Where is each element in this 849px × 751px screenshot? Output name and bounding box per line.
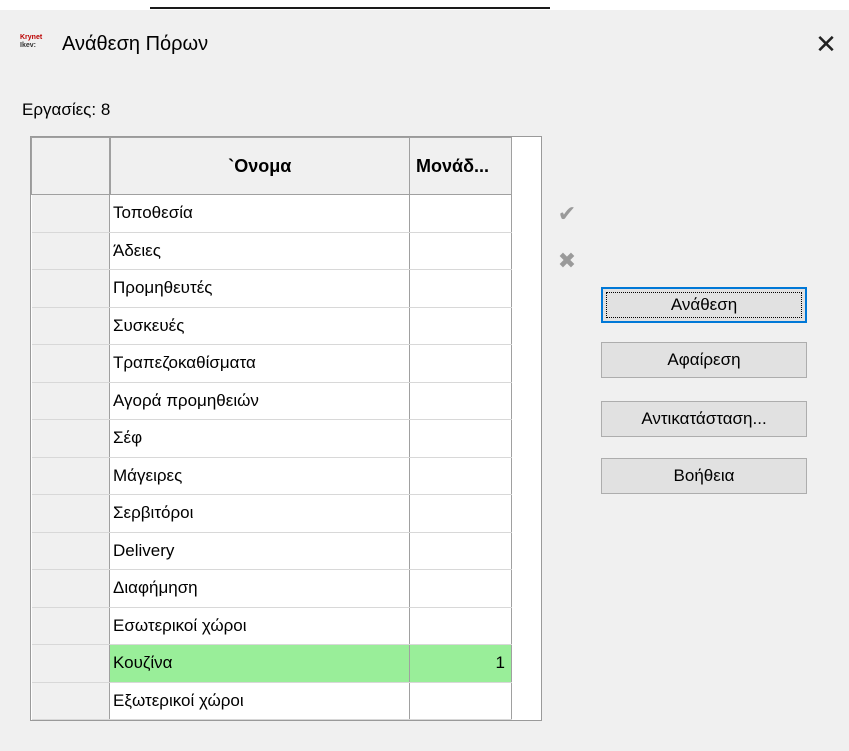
units-cell[interactable] bbox=[409, 494, 512, 533]
table-row[interactable]: Σερβιτόροι bbox=[31, 494, 512, 533]
row-header-cell[interactable] bbox=[31, 457, 110, 495]
units-cell[interactable] bbox=[409, 344, 512, 383]
table-row[interactable]: Μάγειρες bbox=[31, 457, 512, 495]
resource-grid[interactable]: `Ονομα Μονάδ... Τοποθεσία Άδειες Προμηθευτ… bbox=[30, 136, 542, 721]
title-bar[interactable]: Krynet Ikev: Ανάθεση Πόρων ✕ bbox=[0, 10, 849, 82]
row-header-cell[interactable] bbox=[31, 382, 110, 420]
row-header-cell[interactable] bbox=[31, 419, 110, 458]
row-header-cell[interactable] bbox=[31, 307, 110, 345]
name-cell[interactable]: Σερβιτόροι bbox=[109, 494, 410, 533]
column-header-units[interactable]: Μονάδ... bbox=[409, 137, 512, 195]
units-cell[interactable] bbox=[409, 607, 512, 645]
app-icon: Krynet Ikev: bbox=[20, 34, 52, 52]
units-cell[interactable]: 1 bbox=[409, 644, 512, 683]
table-row[interactable]: Εσωτερικοί χώροι bbox=[31, 607, 512, 645]
row-header-cell[interactable] bbox=[31, 644, 110, 683]
remove-button[interactable]: Αφαίρεση bbox=[601, 342, 807, 378]
units-cell[interactable] bbox=[409, 419, 512, 458]
name-cell[interactable]: Τοποθεσία bbox=[109, 194, 410, 233]
row-header-corner[interactable] bbox=[31, 137, 111, 195]
table-header-row: `Ονομα Μονάδ... bbox=[31, 137, 512, 195]
table-row[interactable]: Κουζίνα 1 bbox=[31, 644, 512, 683]
replace-button-label: Αντικατάσταση... bbox=[641, 409, 767, 428]
name-cell[interactable]: Κουζίνα bbox=[109, 644, 410, 683]
x-icon[interactable]: ✖ bbox=[556, 250, 578, 272]
name-cell[interactable]: Delivery bbox=[109, 532, 410, 570]
name-cell[interactable]: Εσωτερικοί χώροι bbox=[109, 607, 410, 645]
units-cell[interactable] bbox=[409, 269, 512, 308]
row-header-cell[interactable] bbox=[31, 607, 110, 645]
checkmark-icon[interactable]: ✔ bbox=[556, 203, 578, 225]
remove-button-label: Αφαίρεση bbox=[667, 350, 741, 369]
resource-table: `Ονομα Μονάδ... Τοποθεσία Άδειες Προμηθευτ… bbox=[31, 137, 512, 720]
row-header-cell[interactable] bbox=[31, 269, 110, 308]
table-row[interactable]: Delivery bbox=[31, 532, 512, 570]
tasks-count-label: Εργασίες: 8 bbox=[22, 100, 111, 119]
app-icon-text-1: Krynet bbox=[20, 34, 43, 41]
units-cell[interactable] bbox=[409, 457, 512, 495]
table-row[interactable]: Άδειες bbox=[31, 232, 512, 270]
table-row[interactable]: Τραπεζοκαθίσματα bbox=[31, 344, 512, 383]
row-header-cell[interactable] bbox=[31, 194, 110, 233]
name-cell[interactable]: Σέφ bbox=[109, 419, 410, 458]
row-header-cell[interactable] bbox=[31, 344, 110, 383]
focus-rectangle bbox=[606, 292, 802, 318]
units-cell[interactable] bbox=[409, 232, 512, 270]
help-button-label: Βοήθεια bbox=[673, 466, 735, 485]
name-cell[interactable]: Συσκευές bbox=[109, 307, 410, 345]
name-cell[interactable]: Εξωτερικοί χώροι bbox=[109, 682, 410, 720]
assign-button[interactable]: Ανάθεση bbox=[601, 287, 807, 323]
table-row[interactable]: Σέφ bbox=[31, 419, 512, 458]
units-cell[interactable] bbox=[409, 532, 512, 570]
name-cell[interactable]: Αγορά προμηθειών bbox=[109, 382, 410, 420]
column-header-name[interactable]: `Ονομα bbox=[109, 137, 410, 195]
table-row[interactable]: Τοποθεσία bbox=[31, 194, 512, 233]
row-header-cell[interactable] bbox=[31, 532, 110, 570]
row-header-cell[interactable] bbox=[31, 232, 110, 270]
units-cell[interactable] bbox=[409, 382, 512, 420]
units-cell[interactable] bbox=[409, 569, 512, 608]
name-cell[interactable]: Τραπεζοκαθίσματα bbox=[109, 344, 410, 383]
units-cell[interactable] bbox=[409, 682, 512, 720]
close-icon[interactable]: ✕ bbox=[812, 30, 840, 58]
name-cell[interactable]: Άδειες bbox=[109, 232, 410, 270]
window-title: Ανάθεση Πόρων bbox=[62, 33, 209, 55]
window-top-edge bbox=[0, 0, 849, 10]
name-cell[interactable]: Προμηθευτές bbox=[109, 269, 410, 308]
row-header-cell[interactable] bbox=[31, 682, 110, 720]
table-row[interactable]: Αγορά προμηθειών bbox=[31, 382, 512, 420]
units-cell[interactable] bbox=[409, 307, 512, 345]
table-row[interactable]: Διαφήμηση bbox=[31, 569, 512, 608]
units-cell[interactable] bbox=[409, 194, 512, 233]
help-button[interactable]: Βοήθεια bbox=[601, 458, 807, 494]
replace-button[interactable]: Αντικατάσταση... bbox=[601, 401, 807, 437]
row-header-cell[interactable] bbox=[31, 494, 110, 533]
table-row[interactable]: Εξωτερικοί χώροι bbox=[31, 682, 512, 720]
table-row[interactable]: Προμηθευτές bbox=[31, 269, 512, 308]
table-row[interactable]: Συσκευές bbox=[31, 307, 512, 345]
name-cell[interactable]: Μάγειρες bbox=[109, 457, 410, 495]
app-icon-text-2: Ikev: bbox=[20, 42, 36, 49]
row-header-cell[interactable] bbox=[31, 569, 110, 608]
name-cell[interactable]: Διαφήμηση bbox=[109, 569, 410, 608]
